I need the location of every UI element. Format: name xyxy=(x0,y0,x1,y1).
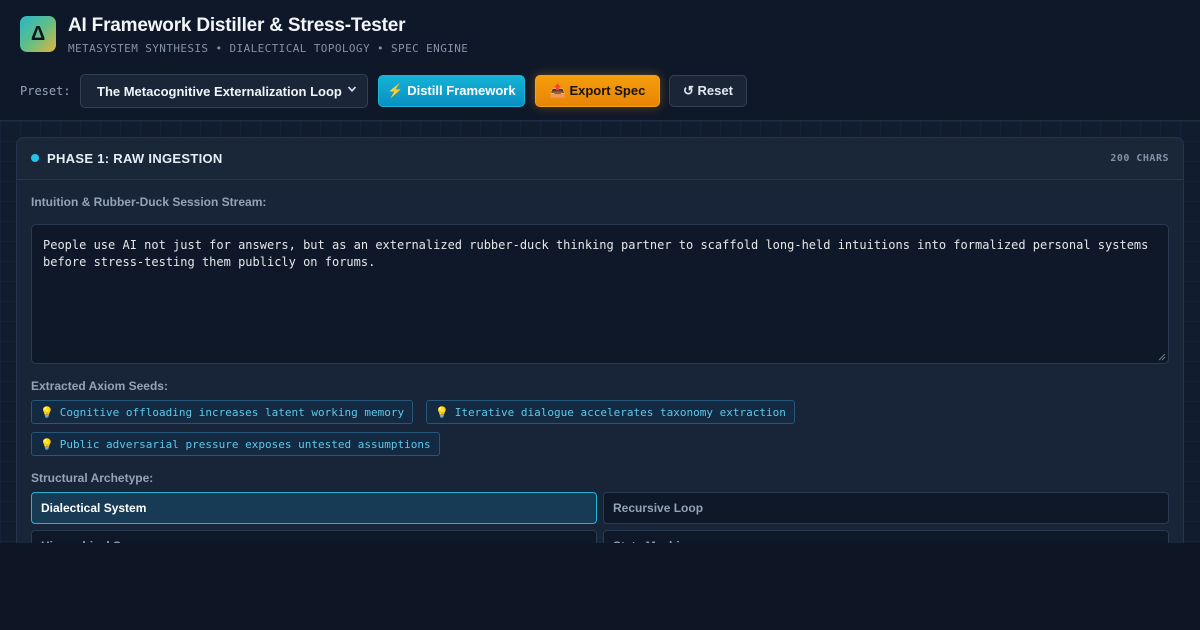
axiom-seed-text: Iterative dialogue accelerates taxonomy … xyxy=(454,405,786,419)
axiom-seed-chip[interactable]: 💡 Cognitive offloading increases latent … xyxy=(31,400,414,424)
app-header: Δ AI Framework Distiller & Stress-Tester… xyxy=(0,0,1200,121)
axiom-seed-text: Cognitive offloading increases latent wo… xyxy=(59,405,405,419)
seeds-label: Extracted Axiom Seeds: xyxy=(31,379,168,393)
app-title: AI Framework Distiller & Stress-Tester xyxy=(68,15,406,36)
phase1-panel: PHASE 1: RAW INGESTION 200 CHARS Intuiti… xyxy=(16,137,1184,543)
lightbulb-icon: 💡 xyxy=(435,405,449,419)
archetype-option-recursive[interactable]: Recursive Loop xyxy=(603,492,1169,524)
archetype-option-dialectical[interactable]: Dialectical System xyxy=(31,492,597,524)
resize-handle-icon[interactable] xyxy=(1158,353,1166,361)
session-stream-textarea[interactable]: People use AI not just for answers, but … xyxy=(31,224,1169,364)
chevron-down-icon xyxy=(347,86,357,92)
axiom-seed-chip[interactable]: 💡 Public adversarial pressure exposes un… xyxy=(31,432,440,456)
lightbulb-icon: 💡 xyxy=(40,405,54,419)
session-stream-text: People use AI not just for answers, but … xyxy=(43,238,1149,269)
stream-label: Intuition & Rubber-Duck Session Stream: xyxy=(31,195,267,209)
status-dot-icon xyxy=(31,154,39,162)
export-spec-button[interactable]: 📤 Export Spec xyxy=(535,75,660,107)
distill-framework-button[interactable]: ⚡ Distill Framework xyxy=(378,75,525,107)
axiom-seed-chip[interactable]: 💡 Iterative dialogue accelerates taxonom… xyxy=(426,400,795,424)
preset-select[interactable]: The Metacognitive Externalization Loop xyxy=(80,74,368,108)
char-count-badge: 200 CHARS xyxy=(1110,153,1169,164)
axiom-seed-text: Public adversarial pressure exposes unte… xyxy=(59,437,431,451)
delta-logo-icon: Δ xyxy=(20,16,56,52)
app-subtitle: METASYSTEM SYNTHESIS • DIALECTICAL TOPOL… xyxy=(68,42,469,55)
workspace: PHASE 1: RAW INGESTION 200 CHARS Intuiti… xyxy=(0,121,1200,543)
phase1-title: PHASE 1: RAW INGESTION xyxy=(47,151,223,166)
preset-selected-value: The Metacognitive Externalization Loop xyxy=(97,83,342,99)
lightbulb-icon: 💡 xyxy=(40,437,54,451)
phase1-header: PHASE 1: RAW INGESTION 200 CHARS xyxy=(17,138,1183,180)
preset-label: Preset: xyxy=(20,84,71,98)
archetype-option-hierarchical[interactable]: Hierarchical Spec xyxy=(31,530,597,543)
archetype-label: Structural Archetype: xyxy=(31,471,154,485)
archetype-option-state-machine[interactable]: State Machine xyxy=(603,530,1169,543)
reset-button[interactable]: ↺ Reset xyxy=(669,75,747,107)
